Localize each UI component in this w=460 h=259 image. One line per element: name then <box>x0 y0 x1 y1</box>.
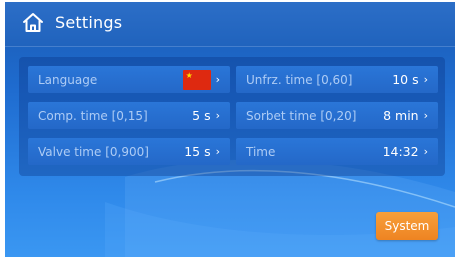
chevron-right-icon: › <box>215 109 220 122</box>
unfrz-time-value: 10 s <box>392 72 419 87</box>
chevron-right-icon: › <box>423 145 428 158</box>
china-flag-icon: ★ <box>182 69 211 90</box>
unfrz-time-label: Unfrz. time [0,60] <box>246 72 353 87</box>
language-value: ★ › <box>182 69 220 90</box>
chevron-right-icon: › <box>215 145 220 158</box>
time-value: 14:32 <box>382 144 419 159</box>
page-title: Settings <box>55 13 123 32</box>
language-label: Language <box>38 72 98 87</box>
system-button[interactable]: System <box>376 212 438 240</box>
unfrz-time-setting[interactable]: Unfrz. time [0,60] 10 s › <box>236 66 438 93</box>
comp-time-setting[interactable]: Comp. time [0,15] 5 s › <box>28 102 230 129</box>
valve-time-value: 15 s <box>184 144 211 159</box>
valve-time-label: Valve time [0,900] <box>38 144 149 159</box>
chevron-right-icon: › <box>215 73 220 86</box>
sorbet-time-setting[interactable]: Sorbet time [0,20] 8 min › <box>236 102 438 129</box>
comp-time-label: Comp. time [0,15] <box>38 108 148 123</box>
valve-time-setting[interactable]: Valve time [0,900] 15 s › <box>28 138 230 165</box>
home-icon[interactable] <box>21 11 45 35</box>
time-label: Time <box>246 144 276 159</box>
sorbet-time-label: Sorbet time [0,20] <box>246 108 357 123</box>
comp-time-value: 5 s <box>192 108 211 123</box>
header-bar: Settings <box>5 2 455 47</box>
chevron-right-icon: › <box>423 109 428 122</box>
settings-screen: Settings Language ★ › Comp. time [0,15] … <box>5 2 455 257</box>
sorbet-time-value: 8 min <box>383 108 419 123</box>
settings-panel: Language ★ › Comp. time [0,15] 5 s › Val… <box>19 57 445 176</box>
time-setting[interactable]: Time 14:32 › <box>236 138 438 165</box>
chevron-right-icon: › <box>423 73 428 86</box>
language-setting[interactable]: Language ★ › <box>28 66 230 93</box>
